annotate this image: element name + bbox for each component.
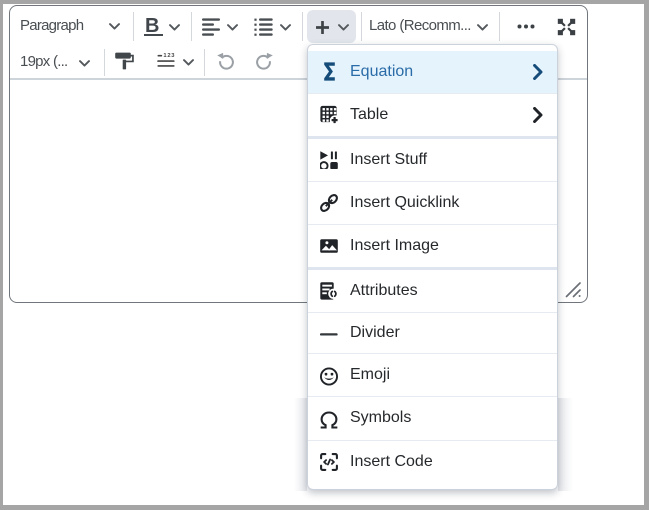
svg-text:123: 123: [163, 53, 175, 59]
